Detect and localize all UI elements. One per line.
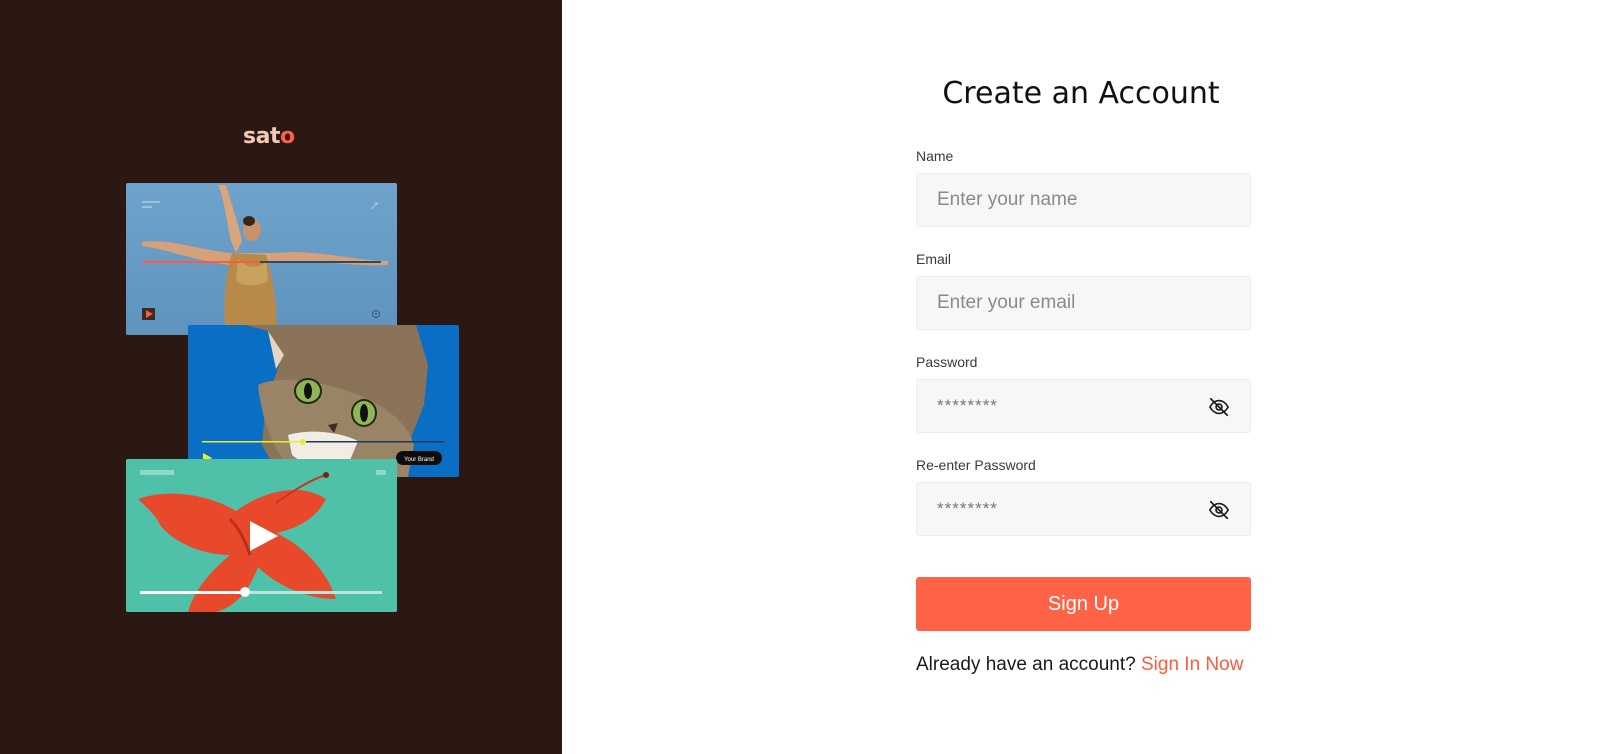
name-label: Name [916,148,954,164]
flower-image [138,470,386,612]
password-label: Password [916,354,978,370]
brand-badge: Your Brand [404,457,434,463]
page-title: Create an Account [942,76,1220,111]
signin-prompt-line: Already have an account? Sign In Now [916,654,1276,676]
sign-in-link[interactable]: Sign In Now [1141,654,1243,675]
confirm-password-field-box [916,482,1251,536]
confirm-password-input[interactable] [917,483,1250,535]
email-field-box [916,276,1251,330]
video-card-cat: Your Brand [188,325,459,477]
name-input[interactable] [917,174,1250,226]
eye-off-icon[interactable] [1208,499,1230,521]
name-field-box [916,173,1251,227]
video-card-flower [126,459,397,612]
logo-text: sat [243,124,280,149]
password-input[interactable] [917,380,1250,432]
video-card-dancer [126,183,397,335]
confirm-password-label: Re-enter Password [916,457,1036,473]
signup-form: Name Email Password Re-enter Password [916,148,1251,560]
sign-up-button[interactable]: Sign Up [916,577,1251,631]
brand-panel: sato Your Brand [0,0,562,754]
email-input[interactable] [917,277,1250,329]
eye-off-icon[interactable] [1208,396,1230,418]
page-title-wrap: Create an Account [562,76,1600,111]
email-label: Email [916,251,952,267]
password-field-box [916,379,1251,433]
cat-image: Your Brand [202,325,444,477]
dancer-image [142,185,388,335]
signin-prompt-text: Already have an account? [916,654,1136,675]
brand-logo: sato [243,124,295,149]
logo-accent: o [279,124,295,149]
